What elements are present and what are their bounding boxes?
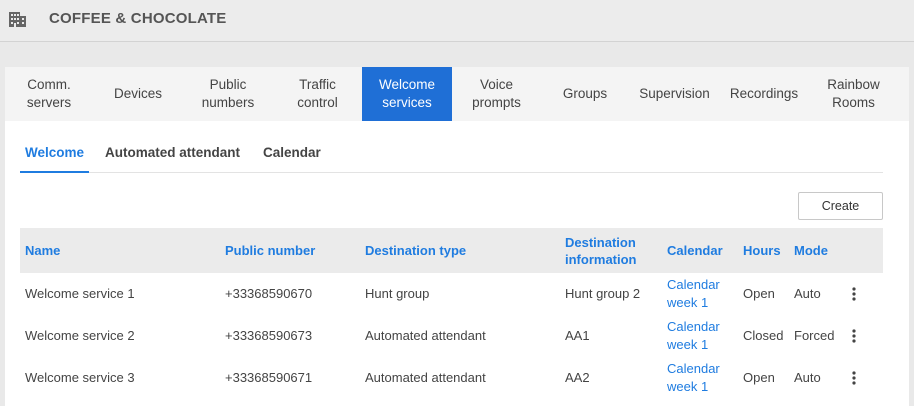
table-row[interactable]: Welcome service 1 +33368590670 Hunt grou… — [20, 273, 883, 315]
cell-mode: Auto — [794, 370, 821, 385]
cell-hours: Open — [743, 286, 775, 301]
cell-destination-type: Automated attendant — [365, 370, 486, 385]
cell-hours: Open — [743, 370, 775, 385]
tab-recordings[interactable]: Recordings — [720, 67, 808, 121]
tab-comm-servers[interactable]: Comm. servers — [5, 67, 93, 121]
more-vertical-icon[interactable] — [849, 370, 859, 386]
cell-destination-information: Hunt group 2 — [565, 286, 641, 301]
tab-voice-prompts[interactable]: Voice prompts — [452, 67, 541, 121]
column-header-name[interactable]: Name — [25, 228, 60, 273]
tab-welcome-services[interactable]: Welcome services — [362, 67, 452, 121]
cell-destination-type: Hunt group — [365, 286, 430, 301]
tab-rainbow-rooms[interactable]: Rainbow Rooms — [808, 67, 899, 121]
create-button[interactable]: Create — [798, 192, 883, 220]
tab-devices[interactable]: Devices — [93, 67, 183, 121]
column-header-hours[interactable]: Hours — [743, 228, 781, 273]
subtab-calendar[interactable]: Calendar — [263, 145, 321, 173]
tab-traffic-control[interactable]: Traffic control — [273, 67, 362, 121]
table-row[interactable]: Welcome service 3 +33368590671 Automated… — [20, 357, 883, 399]
cell-mode: Auto — [794, 286, 821, 301]
main-tabs: Comm. servers Devices Public numbers Tra… — [5, 67, 909, 121]
tab-groups[interactable]: Groups — [541, 67, 629, 121]
column-header-destination-type[interactable]: Destination type — [365, 228, 466, 273]
tab-public-numbers[interactable]: Public numbers — [183, 67, 273, 121]
sub-tabs: Welcome Automated attendant Calendar — [20, 139, 883, 173]
cell-name: Welcome service 3 — [25, 370, 135, 385]
cell-name: Welcome service 1 — [25, 286, 135, 301]
column-header-mode[interactable]: Mode — [794, 228, 828, 273]
cell-public-number: +33368590670 — [225, 286, 313, 301]
more-vertical-icon[interactable] — [849, 286, 859, 302]
cell-hours: Closed — [743, 328, 784, 343]
cell-public-number: +33368590673 — [225, 328, 313, 343]
building-icon — [9, 12, 26, 27]
table-header: Name Public number Destination type Dest… — [20, 228, 883, 273]
calendar-link[interactable]: Calendar week 1 — [667, 357, 720, 399]
table-row[interactable]: Welcome service 2 +33368590673 Automated… — [20, 315, 883, 357]
welcome-services-table: Name Public number Destination type Dest… — [20, 228, 883, 399]
top-bar: COFFEE & CHOCOLATE — [0, 0, 914, 42]
calendar-link[interactable]: Calendar week 1 — [667, 273, 720, 315]
subtab-automated-attendant[interactable]: Automated attendant — [105, 145, 240, 173]
column-header-destination-information[interactable]: Destination information — [565, 228, 637, 273]
more-vertical-icon[interactable] — [849, 328, 859, 344]
cell-mode: Forced — [794, 328, 835, 343]
calendar-link[interactable]: Calendar week 1 — [667, 315, 720, 357]
cell-public-number: +33368590671 — [225, 370, 313, 385]
column-header-public-number[interactable]: Public number — [225, 228, 315, 273]
column-header-calendar[interactable]: Calendar — [667, 228, 723, 273]
tab-supervision[interactable]: Supervision — [629, 67, 720, 121]
content-panel: Comm. servers Devices Public numbers Tra… — [5, 67, 909, 406]
subtab-welcome[interactable]: Welcome — [20, 145, 90, 173]
cell-destination-information: AA1 — [565, 328, 590, 343]
cell-destination-type: Automated attendant — [365, 328, 486, 343]
company-name: COFFEE & CHOCOLATE — [49, 10, 227, 27]
cell-name: Welcome service 2 — [25, 328, 135, 343]
cell-destination-information: AA2 — [565, 370, 590, 385]
